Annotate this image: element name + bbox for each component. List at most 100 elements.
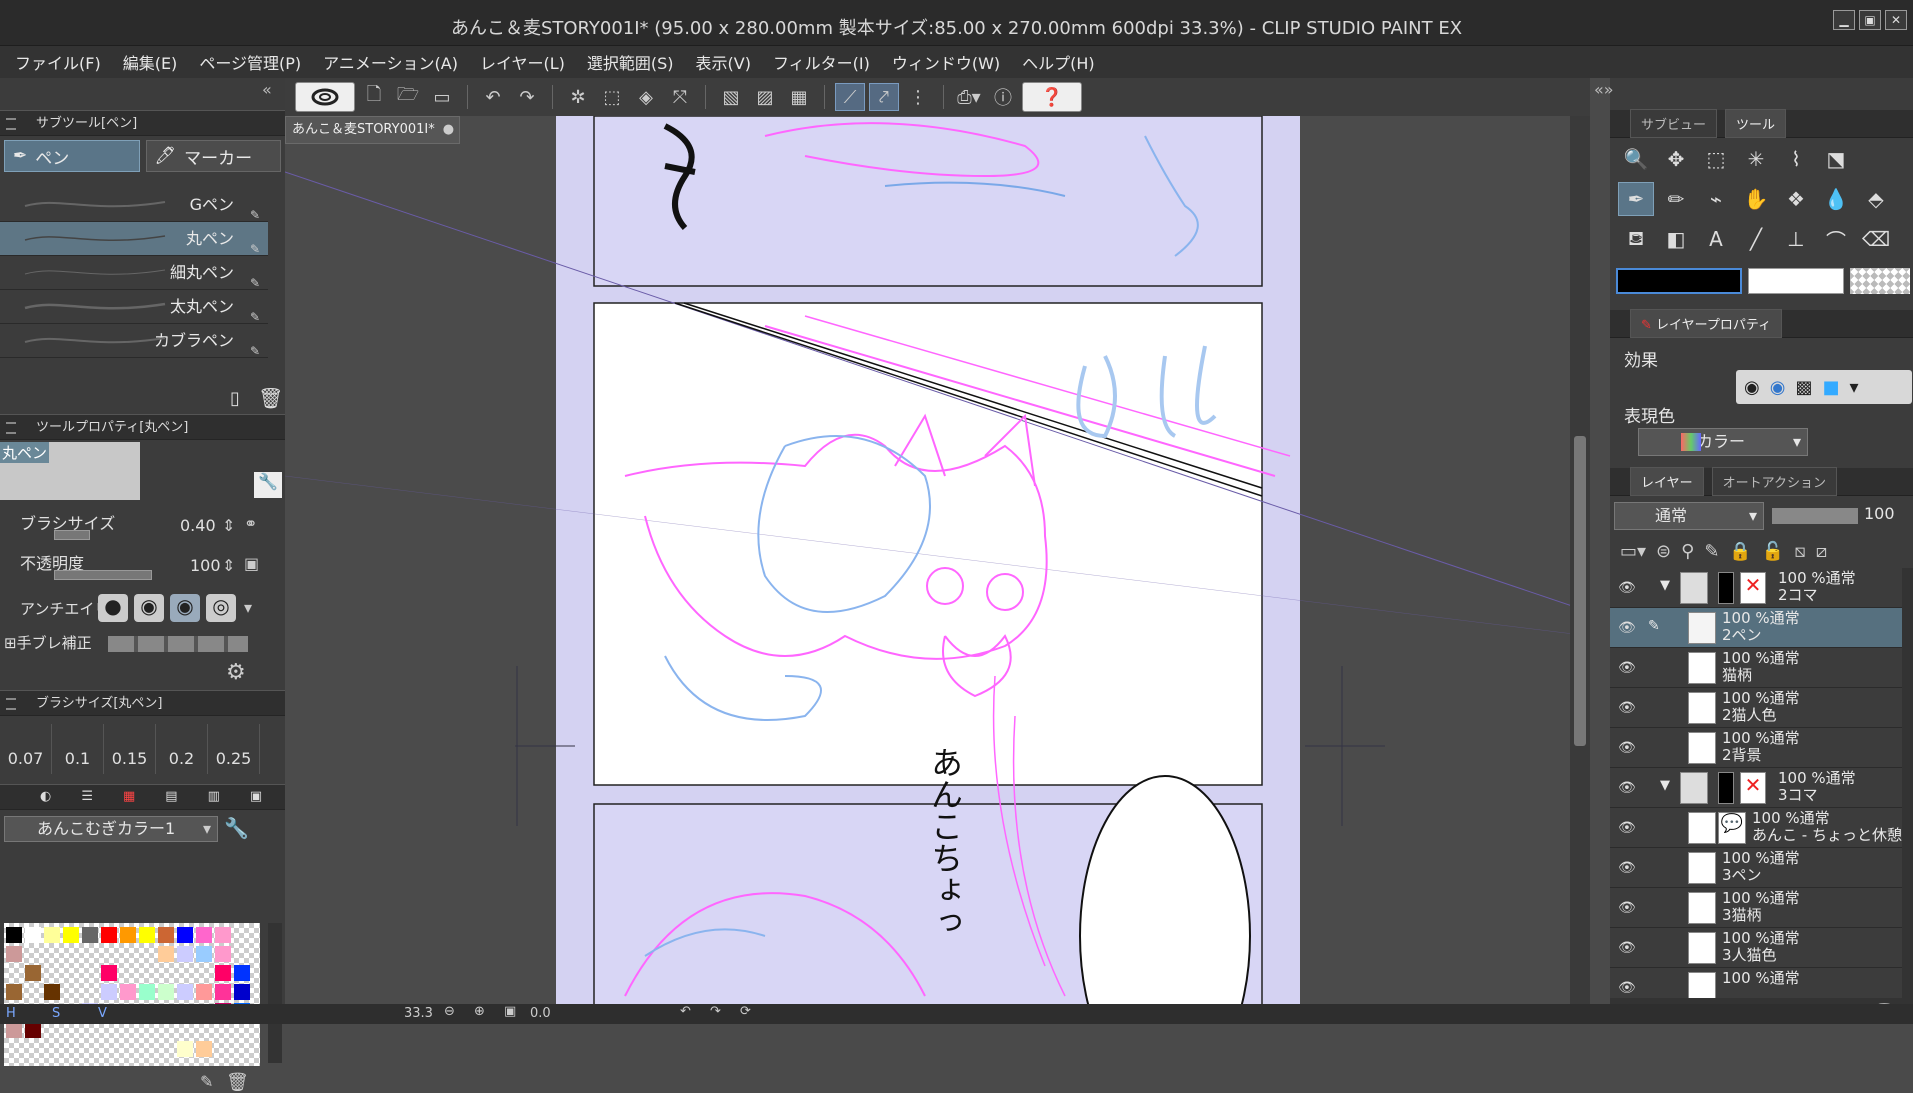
menu-help[interactable]: ヘルプ(H) <box>1011 50 1106 74</box>
zoom-out-icon[interactable]: ⊖ <box>444 1004 455 1019</box>
color-swatch[interactable] <box>44 984 60 1000</box>
eyedropper-icon[interactable]: ✎ <box>200 1072 213 1091</box>
layer-property-tab[interactable]: ✎ レイヤープロパティ <box>1630 309 1783 338</box>
layer-row[interactable]: 👁 100 %通常 3人猫色 <box>1610 928 1902 968</box>
deselect-icon[interactable]: ▧ <box>716 83 746 111</box>
layer-row[interactable]: 👁 100 %通常 2猫人色 <box>1610 688 1902 728</box>
fit-icon[interactable]: ▣ <box>504 1004 516 1019</box>
color-swatch[interactable] <box>158 927 174 943</box>
size-01[interactable]: 0.1 <box>52 724 104 774</box>
opacity-property[interactable]: 不透明度 100 ⇕ ▣ <box>0 548 285 584</box>
expression-color-dropdown[interactable]: カラー ▾ <box>1638 428 1808 456</box>
save-icon[interactable]: ▭ <box>427 83 457 111</box>
color-wheel-tab-icon[interactable]: ◐ <box>40 784 51 810</box>
tool-tab[interactable]: ツール <box>1725 109 1787 138</box>
correct-line-icon[interactable]: ⌫ <box>1858 222 1894 256</box>
layer-row[interactable]: 👁 100 %通常 猫柄 <box>1610 648 1902 688</box>
approx-color-tab-icon[interactable]: ▥ <box>208 784 220 810</box>
tool-settings-icon[interactable]: ⚙ <box>226 660 246 685</box>
snap-special-ruler-icon[interactable]: ⤤ <box>869 83 899 111</box>
brush-kabura-pen[interactable]: カブラペン ✎ <box>0 324 268 358</box>
menu-file[interactable]: ファイル(F) <box>4 50 112 74</box>
clear-icon[interactable]: ✲ <box>563 83 593 111</box>
show-selection-icon[interactable]: ▦ <box>784 83 814 111</box>
subview-tab[interactable]: サブビュー <box>1630 109 1718 138</box>
collapse-right-icon[interactable]: «» <box>1594 80 1614 99</box>
layer-row[interactable]: 👁 ✎ 100 %通常 2ペン <box>1610 608 1902 648</box>
new-file-icon[interactable]: 🗋 <box>359 83 389 111</box>
color-swatch[interactable] <box>25 965 41 981</box>
color-swatch[interactable] <box>6 946 22 962</box>
brush-thick-maru-pen[interactable]: 太丸ペン ✎ <box>0 290 268 324</box>
layer-row[interactable]: 👁 💬 100 %通常 あんこ - ちょっと休憩 <box>1610 808 1902 848</box>
sub-color-swatch[interactable] <box>1748 268 1844 294</box>
color-swatch[interactable] <box>6 1022 22 1038</box>
color-swatch[interactable] <box>196 946 212 962</box>
effect-buttons[interactable]: ◉ ◉ ▩ ■ ▾ <box>1736 370 1912 404</box>
ruler-icon[interactable]: ⌒ <box>1818 222 1854 256</box>
auto-select-icon[interactable]: ✳ <box>1738 142 1774 176</box>
undo-icon[interactable]: ↶ <box>478 83 508 111</box>
text-tool-icon[interactable]: A <box>1698 222 1734 256</box>
color-swatch[interactable] <box>139 984 155 1000</box>
zoom-in-icon[interactable]: ⊕ <box>474 1004 485 1019</box>
airbrush-icon[interactable]: ✋ <box>1738 182 1774 216</box>
pencil-tool-icon[interactable]: ✏ <box>1658 182 1694 216</box>
color-slider-tab-icon[interactable]: ☰ <box>81 784 93 810</box>
operation-icon[interactable]: ⬔ <box>1818 142 1854 176</box>
menu-selection[interactable]: 選択範囲(S) <box>576 50 685 74</box>
close-tab-icon[interactable]: ● <box>443 122 454 137</box>
color-swatch[interactable] <box>177 927 193 943</box>
layer-row[interactable]: 👁 100 %通常 <box>1610 968 1902 998</box>
color-swatch[interactable] <box>25 1022 41 1038</box>
color-swatch[interactable] <box>63 927 79 943</box>
reset-rotation-icon[interactable]: ⟳ <box>740 1004 751 1019</box>
delete-color-icon[interactable]: 🗑 <box>226 1072 249 1093</box>
brush-tool-icon[interactable]: ⌁ <box>1698 182 1734 216</box>
size-015[interactable]: 0.15 <box>104 724 156 774</box>
size-025[interactable]: 0.25 <box>208 724 260 774</box>
clip-studio-button[interactable] <box>295 82 355 112</box>
stabilizer-property[interactable]: ⊞手ブレ補正 <box>0 630 285 660</box>
layer-row[interactable]: 👁 ▼ ✕ 100 %通常 3コマ <box>1610 768 1902 808</box>
frame-border-icon[interactable]: ⊥ <box>1778 222 1814 256</box>
menu-page[interactable]: ページ管理(P) <box>188 50 312 74</box>
layer-row[interactable]: 👁 ▼ ✕ 100 %通常 2コマ <box>1610 568 1902 608</box>
redo-icon[interactable]: ↷ <box>512 83 542 111</box>
color-swatch[interactable] <box>101 965 117 981</box>
figure-icon[interactable]: ╱ <box>1738 222 1774 256</box>
fill-icon[interactable]: ◈ <box>631 83 661 111</box>
snap-ruler-icon[interactable]: ⟋ <box>835 83 865 111</box>
main-color-swatch[interactable] <box>1616 268 1742 294</box>
color-swatch[interactable] <box>158 984 174 1000</box>
color-swatch[interactable] <box>25 927 41 943</box>
open-folder-icon[interactable]: 🗁 <box>393 83 423 111</box>
transform-icon[interactable]: ⤧ <box>665 83 695 111</box>
color-swatch[interactable] <box>120 984 136 1000</box>
layer-row[interactable]: 👁 100 %通常 3猫柄 <box>1610 888 1902 928</box>
color-history-tab-icon[interactable]: ▣ <box>250 784 262 810</box>
menu-edit[interactable]: 編集(E) <box>112 50 189 74</box>
collapse-left-icon[interactable]: « <box>262 80 272 99</box>
gradient-icon[interactable]: ◧ <box>1658 222 1694 256</box>
brush-g-pen[interactable]: Gペン ✎ <box>0 188 268 222</box>
lock-icon[interactable]: 🔒 <box>1729 541 1751 562</box>
menu-layer[interactable]: レイヤー(L) <box>469 50 576 74</box>
move-icon[interactable]: ✥ <box>1658 142 1694 176</box>
trash-icon[interactable]: 🗑 <box>258 386 283 410</box>
mask-icon[interactable]: ⧅ <box>1794 541 1805 562</box>
layer-color-icon[interactable]: ▭▾ <box>1620 541 1646 562</box>
brush-size-property[interactable]: ブラシサイズ 0.40 ⇕ ⚭ <box>0 508 285 544</box>
info-icon[interactable]: ⓘ <box>988 83 1018 111</box>
blend-mode-dropdown[interactable]: 通常 ▾ <box>1614 502 1764 530</box>
color-swatch[interactable] <box>234 984 250 1000</box>
size-007[interactable]: 0.07 <box>0 724 52 774</box>
color-swatch[interactable] <box>215 927 231 943</box>
decoration-icon[interactable]: ❖ <box>1778 182 1814 216</box>
color-set-dropdown[interactable]: あんこむぎカラー1 ▾ <box>4 816 218 842</box>
color-swatch[interactable] <box>120 927 136 943</box>
rotate-right-icon[interactable]: ↷ <box>710 1004 721 1019</box>
fill-tool-icon[interactable]: ⛾ <box>1618 222 1654 256</box>
snap-grid-icon[interactable]: ⋮ <box>903 83 933 111</box>
rotate-left-icon[interactable]: ↶ <box>680 1004 691 1019</box>
